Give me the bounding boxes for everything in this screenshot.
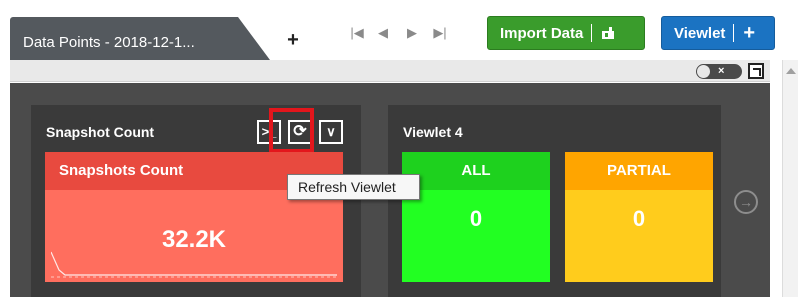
partial-value: 0 <box>632 206 646 231</box>
all-tile-header: ALL <box>402 152 550 190</box>
tab-bar: Data Points - 2018-12-1... + |◀ ◀ ▶ ▶| I… <box>0 0 798 60</box>
refresh-highlight-box <box>269 108 314 153</box>
card-title: Viewlet 4 <box>403 124 463 140</box>
import-data-button[interactable]: Import Data <box>487 16 645 50</box>
next-page-icon[interactable]: ▶ <box>405 24 419 42</box>
app-window: Data Points - 2018-12-1... + |◀ ◀ ▶ ▶| I… <box>0 0 798 297</box>
popout-icon[interactable] <box>748 63 764 79</box>
toggle-switch[interactable]: × <box>696 64 742 79</box>
vertical-scrollbar[interactable] <box>782 60 798 297</box>
last-page-icon[interactable]: ▶| <box>431 24 449 42</box>
scroll-up-icon[interactable] <box>786 68 796 74</box>
card-title: Snapshot Count <box>46 124 155 140</box>
next-arrow-icon[interactable]: → <box>734 190 758 214</box>
first-page-icon[interactable]: |◀ <box>350 24 364 42</box>
partial-tile[interactable]: 0 <box>565 190 713 282</box>
all-tile[interactable]: 0 <box>402 190 550 282</box>
sparkline <box>51 251 337 278</box>
toggle-close-icon: × <box>718 65 725 77</box>
toggle-knob <box>697 65 710 78</box>
viewlet-toolbar-strip: × <box>10 60 770 82</box>
chevron-down-icon[interactable]: ∨ <box>319 120 343 144</box>
partial-tile-header: PARTIAL <box>565 152 713 190</box>
plus-icon: + <box>743 21 756 44</box>
button-divider <box>591 24 593 42</box>
prev-page-icon[interactable]: ◀ <box>376 24 390 42</box>
add-tab-button[interactable]: + <box>282 29 304 51</box>
button-divider <box>733 24 735 42</box>
snapshots-count-tile[interactable]: 32.2K <box>45 190 343 282</box>
import-data-label: Import Data <box>500 24 584 42</box>
all-value: 0 <box>469 206 483 231</box>
add-viewlet-button[interactable]: Viewlet + <box>661 16 775 50</box>
refresh-viewlet-tooltip: Refresh Viewlet <box>287 174 420 200</box>
tab-data-points[interactable]: Data Points - 2018-12-1... <box>10 17 270 60</box>
import-icon <box>602 27 615 39</box>
viewlet-label: Viewlet <box>674 24 726 42</box>
tab-label: Data Points - 2018-12-1... <box>23 34 195 51</box>
